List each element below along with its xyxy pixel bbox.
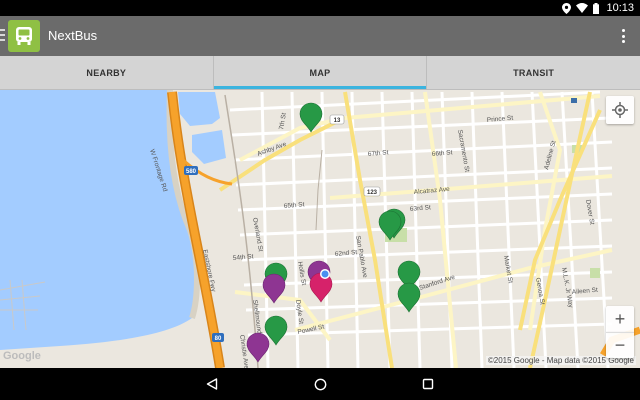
zoom-out-button[interactable]: − xyxy=(606,332,634,358)
home-icon[interactable] xyxy=(312,376,328,392)
zoom-in-button[interactable]: + xyxy=(606,306,634,332)
app-bar: NextBus xyxy=(0,16,640,56)
map-canvas[interactable]: 7th St Ashby Ave 67th St 66th St 65th St… xyxy=(0,90,640,368)
tab-map[interactable]: MAP xyxy=(212,56,427,89)
route-shield-13: 13 xyxy=(334,118,341,124)
overflow-menu-icon[interactable] xyxy=(620,28,626,44)
route-shield-580: 580 xyxy=(186,169,197,175)
tab-bar: NEARBY MAP TRANSIT xyxy=(0,56,640,90)
map-view[interactable]: 7th St Ashby Ave 67th St 66th St 65th St… xyxy=(0,90,640,368)
app-title: NextBus xyxy=(48,28,98,43)
crosshair-icon xyxy=(612,102,628,118)
my-location-button[interactable] xyxy=(606,96,634,124)
status-bar: 10:13 xyxy=(0,0,640,16)
wifi-icon xyxy=(576,3,589,13)
route-shield-123: 123 xyxy=(367,190,378,196)
navigation-bar xyxy=(0,368,640,400)
battery-icon xyxy=(593,2,600,14)
drawer-handle-icon[interactable] xyxy=(0,29,5,43)
recents-icon[interactable] xyxy=(420,376,436,392)
back-icon[interactable] xyxy=(204,376,220,392)
bus-logo-icon[interactable] xyxy=(8,20,40,52)
status-time: 10:13 xyxy=(606,2,634,14)
tab-nearby[interactable]: NEARBY xyxy=(0,56,213,89)
station-icon xyxy=(571,98,577,103)
route-shield-80: 80 xyxy=(215,336,222,342)
location-icon xyxy=(562,2,572,14)
google-logo: Google xyxy=(3,350,41,362)
tab-transit[interactable]: TRANSIT xyxy=(426,56,640,89)
